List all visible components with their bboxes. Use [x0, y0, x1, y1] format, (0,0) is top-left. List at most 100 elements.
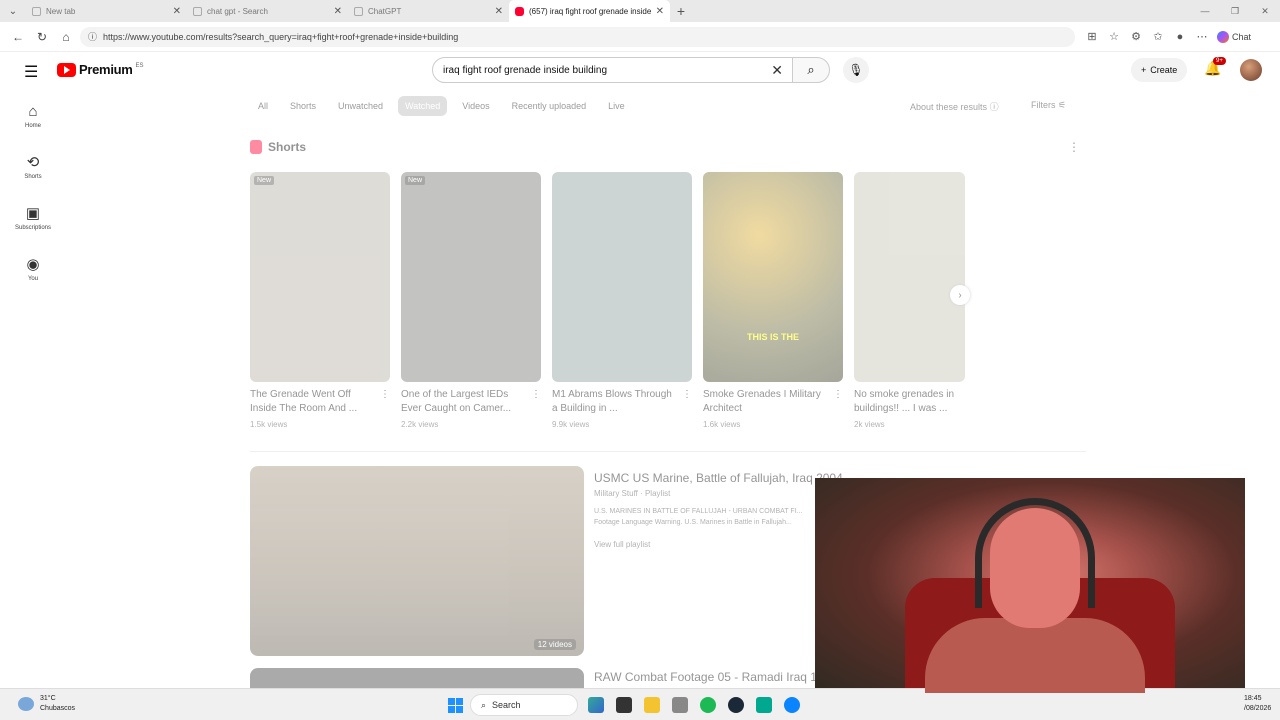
chip-all[interactable]: All: [251, 96, 275, 116]
short-title[interactable]: The Grenade Went Off Inside The Room And…: [250, 388, 374, 416]
chip-unwatched[interactable]: Unwatched: [331, 96, 390, 116]
shorts-more-icon[interactable]: ⋮: [1068, 140, 1080, 154]
search-button[interactable]: ⌕: [792, 57, 830, 83]
search-input[interactable]: iraq fight roof grenade inside building …: [432, 57, 794, 83]
clock[interactable]: 18:45 /08/2026: [1244, 694, 1271, 714]
chip-live[interactable]: Live: [601, 96, 632, 116]
short-thumbnail[interactable]: New: [401, 172, 541, 382]
close-tab-icon[interactable]: ✕: [656, 6, 664, 17]
menu-icon[interactable]: ☰: [24, 62, 38, 82]
tab-actions-icon[interactable]: ⌄: [0, 0, 26, 22]
taskbar-apps: [588, 697, 800, 713]
short-thumbnail[interactable]: [552, 172, 692, 382]
more-icon[interactable]: ⋮: [833, 388, 843, 416]
widgets-icon[interactable]: [588, 697, 604, 713]
filters-label: Filters: [1031, 100, 1056, 110]
maximize-icon[interactable]: ❐: [1220, 6, 1250, 17]
notifications-button[interactable]: 🔔 9+: [1204, 57, 1226, 77]
short-views: 1.5k views: [250, 420, 288, 429]
about-label: About these results: [910, 102, 988, 112]
temperature: 31°C: [40, 695, 56, 702]
webcam-overlay: [815, 478, 1245, 693]
logo-text: Premium: [79, 62, 133, 77]
weather-widget[interactable]: 31°C Chubascos: [18, 694, 75, 714]
settings-icon[interactable]: [672, 697, 688, 713]
refresh-icon[interactable]: ↻: [32, 27, 52, 47]
edge-icon[interactable]: [784, 697, 800, 713]
create-button[interactable]: + Create: [1131, 58, 1188, 82]
short-card[interactable]: New The Grenade Went Off Inside The Room…: [250, 172, 390, 429]
about-results-link[interactable]: About these results ⓘ: [910, 100, 999, 113]
new-badge: New: [405, 176, 426, 185]
favorite-icon[interactable]: ☆: [1107, 30, 1121, 43]
app-icon[interactable]: [756, 697, 772, 713]
browser-tab[interactable]: ChatGPT ✕: [348, 0, 509, 22]
short-thumbnail[interactable]: New: [250, 172, 390, 382]
sliders-icon: ⚟: [1058, 100, 1067, 110]
new-tab-icon[interactable]: +: [670, 3, 692, 19]
next-arrow-icon[interactable]: ›: [950, 285, 970, 305]
file-explorer-icon[interactable]: [644, 697, 660, 713]
copilot-button[interactable]: Chat: [1217, 30, 1251, 43]
voice-search-button[interactable]: 🎙: [843, 57, 869, 83]
more-icon[interactable]: ⋯: [1195, 30, 1209, 43]
close-tab-icon[interactable]: ✕: [495, 6, 503, 17]
close-tab-icon[interactable]: ✕: [334, 6, 342, 17]
nav-item-home[interactable]: ⌂ Home: [0, 90, 66, 141]
url-field[interactable]: ⓘ https://www.youtube.com/results?search…: [80, 26, 1075, 47]
browser-tab[interactable]: New tab ✕: [26, 0, 187, 22]
extensions-icon[interactable]: ⚙: [1129, 30, 1143, 43]
playlist-thumbnail[interactable]: 12 videos: [250, 466, 584, 656]
playlist-channel[interactable]: Military Stuff · Playlist: [594, 489, 670, 498]
apps-icon[interactable]: ⊞: [1085, 30, 1099, 43]
info-icon: ⓘ: [989, 102, 999, 112]
short-thumbnail[interactable]: THIS IS THE: [703, 172, 843, 382]
filters-button[interactable]: Filters ⚟: [1031, 100, 1066, 111]
short-thumbnail[interactable]: [854, 172, 965, 382]
playlist-title[interactable]: RAW Combat Footage 05 - Ramadi Iraq 1: [594, 670, 817, 684]
more-icon[interactable]: ⋮: [531, 388, 541, 416]
minimize-icon[interactable]: —: [1190, 6, 1220, 16]
close-window-icon[interactable]: ✕: [1250, 6, 1280, 17]
avatar[interactable]: [1240, 59, 1262, 81]
playlist-title[interactable]: USMC US Marine, Battle of Fallujah, Iraq…: [594, 471, 843, 485]
plus-icon: +: [1141, 65, 1147, 75]
taskbar-search[interactable]: ⌕ Search: [470, 694, 578, 716]
back-icon[interactable]: ←: [8, 27, 28, 47]
spotify-icon[interactable]: [700, 697, 716, 713]
chip-recently-uploaded[interactable]: Recently uploaded: [505, 96, 594, 116]
short-title[interactable]: Smoke Grenades I Military Architect: [703, 388, 827, 416]
home-page-icon[interactable]: ⌂: [56, 27, 76, 47]
nav-item-subscriptions[interactable]: ▣ Subscriptions: [0, 192, 66, 243]
chip-videos[interactable]: Videos: [455, 96, 496, 116]
browser-tab-active[interactable]: (657) iraq fight roof grenade inside ✕: [509, 0, 670, 22]
short-card[interactable]: New One of the Largest IEDs Ever Caught …: [401, 172, 541, 429]
chip-shorts[interactable]: Shorts: [283, 96, 323, 116]
more-icon[interactable]: ⋮: [682, 388, 692, 416]
task-view-icon[interactable]: [616, 697, 632, 713]
steam-icon[interactable]: [728, 697, 744, 713]
site-info-icon[interactable]: ⓘ: [88, 30, 97, 43]
youtube-logo[interactable]: Premium ES: [57, 62, 144, 77]
tab-label: chat gpt - Search: [207, 6, 268, 16]
nav-item-shorts[interactable]: ⟲ Shorts: [0, 141, 66, 192]
browser-tab[interactable]: chat gpt - Search ✕: [187, 0, 348, 22]
profile-icon[interactable]: ●: [1173, 31, 1187, 43]
clear-search-icon[interactable]: ✕: [771, 62, 783, 79]
short-card[interactable]: M1 Abrams Blows Through a Building in ..…: [552, 172, 692, 429]
favorites-icon[interactable]: ✩: [1151, 30, 1165, 43]
short-card[interactable]: THIS IS THE Smoke Grenades I Military Ar…: [703, 172, 843, 429]
view-full-playlist-link[interactable]: View full playlist: [594, 540, 650, 549]
close-tab-icon[interactable]: ✕: [173, 6, 181, 17]
short-title[interactable]: One of the Largest IEDs Ever Caught on C…: [401, 388, 525, 416]
short-title[interactable]: M1 Abrams Blows Through a Building in ..…: [552, 388, 676, 416]
search-tab-icon: [193, 6, 202, 16]
nav-item-you[interactable]: ◉ You: [0, 243, 66, 294]
logo-country: ES: [135, 62, 144, 69]
filter-chips: All Shorts Unwatched Watched Videos Rece…: [251, 96, 632, 116]
short-title[interactable]: No smoke grenades in buildings!! ... I w…: [854, 388, 965, 416]
start-icon[interactable]: [448, 698, 463, 713]
chip-watched[interactable]: Watched: [398, 96, 448, 116]
more-icon[interactable]: ⋮: [380, 388, 390, 416]
short-card[interactable]: No smoke grenades in buildings!! ... I w…: [854, 172, 965, 429]
